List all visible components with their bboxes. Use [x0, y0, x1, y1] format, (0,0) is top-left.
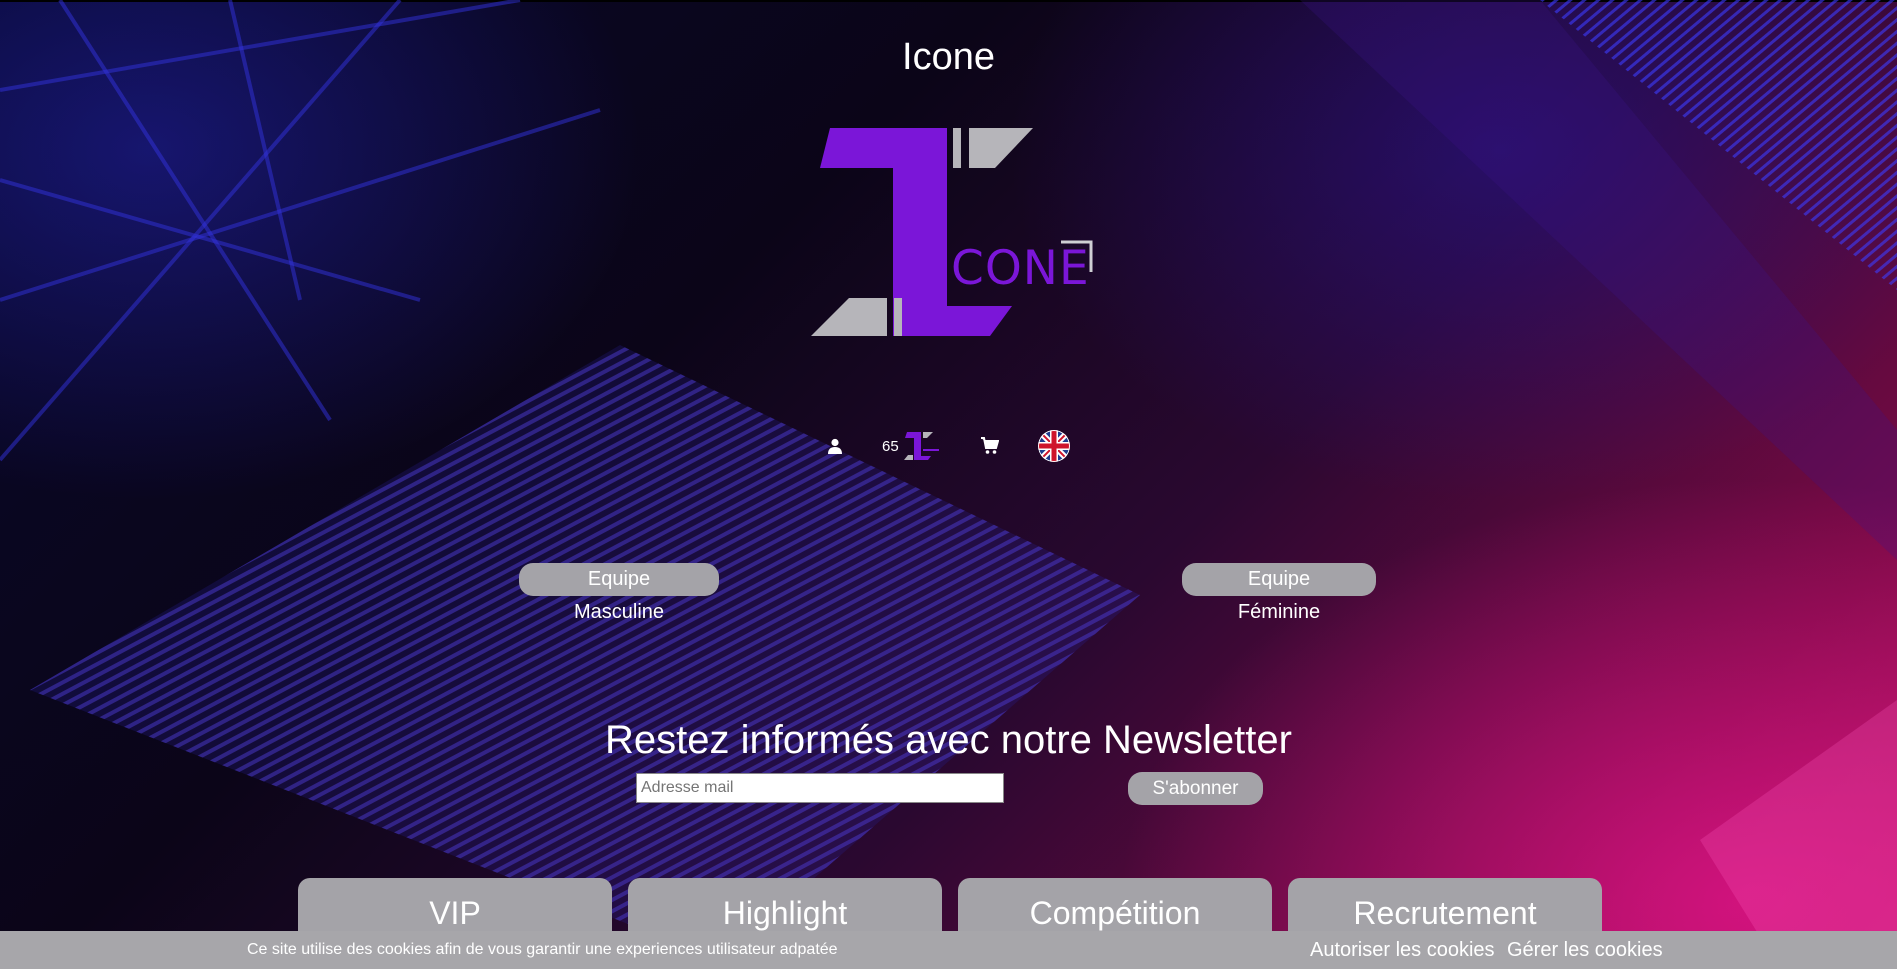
cookie-message: Ce site utilise des cookies afin de vous…: [247, 941, 838, 958]
cookie-banner: Ce site utilise des cookies afin de vous…: [0, 931, 1897, 969]
team-female-button[interactable]: Equipe Féminine: [1182, 563, 1376, 623]
manage-cookies-button[interactable]: Gérer les cookies: [1503, 935, 1667, 965]
newsletter-title: Restez informés avec notre Newsletter: [605, 718, 1292, 762]
cart-icon[interactable]: [979, 435, 1001, 457]
newsletter-email-input[interactable]: [636, 773, 1004, 803]
team-male-button[interactable]: Equipe Masculine: [519, 563, 719, 623]
top-border: [0, 0, 1897, 2]
icon-bar: 65: [0, 430, 1897, 462]
user-icon[interactable]: [825, 436, 845, 456]
icone-logo[interactable]: CONE: [805, 122, 1095, 342]
category-cards: VIP Highlight Compétition Recrutement: [0, 878, 1897, 948]
subscribe-button[interactable]: S'abonner: [1128, 772, 1263, 805]
allow-cookies-button[interactable]: Autoriser les cookies: [1306, 935, 1499, 965]
uk-flag-icon[interactable]: [1038, 430, 1070, 462]
logo-wordmark: CONE: [951, 241, 1090, 296]
credits-count: 65: [882, 437, 899, 455]
site-title: Icone: [902, 36, 995, 78]
credits-balance[interactable]: 65: [882, 430, 941, 462]
icone-coin-icon: [903, 432, 939, 460]
